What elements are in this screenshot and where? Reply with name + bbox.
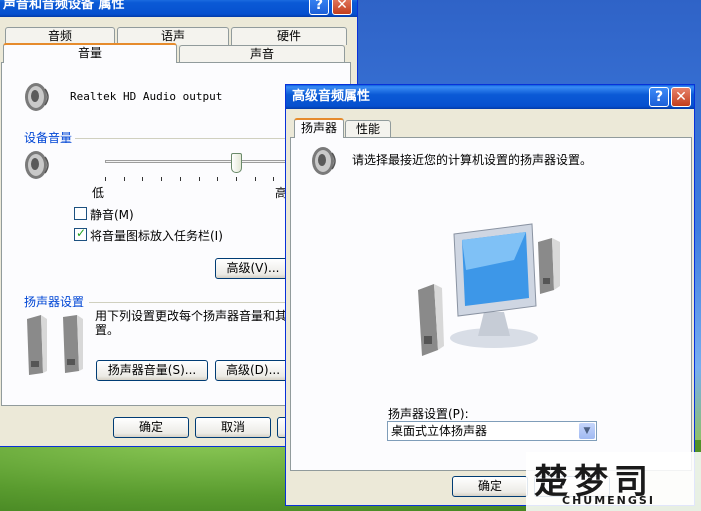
- speakers-pair-icon: [27, 315, 83, 375]
- desktop-stereo-speakers-illustration: [418, 223, 560, 356]
- volume-advanced-button[interactable]: 高级(V)...: [215, 258, 291, 279]
- adv-help-button[interactable]: ?: [649, 87, 669, 107]
- mute-checkbox[interactable]: [74, 207, 87, 220]
- slider-tick: [180, 177, 181, 181]
- slider-tick: [199, 177, 200, 181]
- watermark-latin: CHUMENGSI: [562, 494, 655, 507]
- watermark-logo: 楚梦司 CHUMENGSI: [526, 452, 701, 511]
- speaker-icon: [25, 83, 49, 111]
- slider-tick: [236, 177, 237, 181]
- speaker-description-1: 用下列设置更改每个扬声器音量和其: [95, 309, 288, 323]
- device-volume-group-label: 设备音量: [24, 131, 73, 145]
- adv-ok-button[interactable]: 确定: [452, 476, 528, 497]
- speaker-setup-select[interactable]: 桌面式立体扬声器 ▼: [387, 421, 597, 441]
- speaker-settings-group-label: 扬声器设置: [24, 295, 85, 309]
- adv-close-button[interactable]: ✕: [671, 87, 691, 107]
- tray-icon-label[interactable]: 将音量图标放入任务栏(I): [90, 227, 223, 244]
- slider-tick: [273, 177, 274, 181]
- slider-tick: [142, 177, 143, 181]
- tab-performance[interactable]: 性能: [345, 120, 391, 138]
- speaker-setup-label: 扬声器设置(P):: [388, 407, 469, 421]
- speaker-advanced-button[interactable]: 高级(D)...: [215, 360, 291, 381]
- device-name: Realtek HD Audio output: [70, 90, 223, 103]
- volume-speaker-icon: [25, 151, 49, 179]
- slider-ticks: [105, 177, 293, 181]
- slider-tick: [255, 177, 256, 181]
- adv-title-bar[interactable]: 高级音频属性: [286, 85, 694, 109]
- slider-tick: [217, 177, 218, 181]
- speaker-setup-value: 桌面式立体扬声器: [391, 424, 488, 438]
- chevron-down-icon[interactable]: ▼: [579, 423, 595, 439]
- speaker-volume-button[interactable]: 扬声器音量(S)...: [96, 360, 208, 381]
- mute-label[interactable]: 静音(M): [90, 206, 134, 223]
- tray-icon-checkbox[interactable]: [74, 226, 87, 241]
- adv-instruction: 请选择最接近您的计算机设置的扬声器设置。: [352, 153, 593, 167]
- close-button[interactable]: ✕: [332, 0, 352, 15]
- tab-sounds[interactable]: 声音: [179, 45, 345, 63]
- slider-tick: [161, 177, 162, 181]
- volume-low-label: 低: [92, 186, 105, 200]
- speaker-description-2: 置。: [95, 323, 120, 337]
- main-ok-button[interactable]: 确定: [113, 417, 189, 438]
- main-window-title: 声音和音频设备 属性: [3, 0, 125, 12]
- advanced-audio-window: 高级音频属性 ? ✕ 扬声器 性能 请选择最接近您的计算机设置的扬声器设置。 扬…: [285, 84, 695, 506]
- slider-track: [105, 160, 293, 163]
- adv-window-title: 高级音频属性: [292, 89, 371, 104]
- slider-tick: [124, 177, 125, 181]
- main-title-bar[interactable]: 声音和音频设备 属性: [0, 0, 357, 17]
- volume-slider[interactable]: [105, 153, 293, 183]
- slider-tick: [105, 177, 106, 181]
- main-cancel-button[interactable]: 取消: [195, 417, 271, 438]
- slider-thumb[interactable]: [231, 153, 242, 173]
- help-button[interactable]: ?: [309, 0, 329, 15]
- tab-hardware[interactable]: 硬件: [231, 27, 347, 45]
- tab-volume[interactable]: 音量: [3, 43, 177, 63]
- tab-speakers[interactable]: 扬声器: [294, 118, 344, 138]
- adv-speaker-icon: [312, 147, 336, 175]
